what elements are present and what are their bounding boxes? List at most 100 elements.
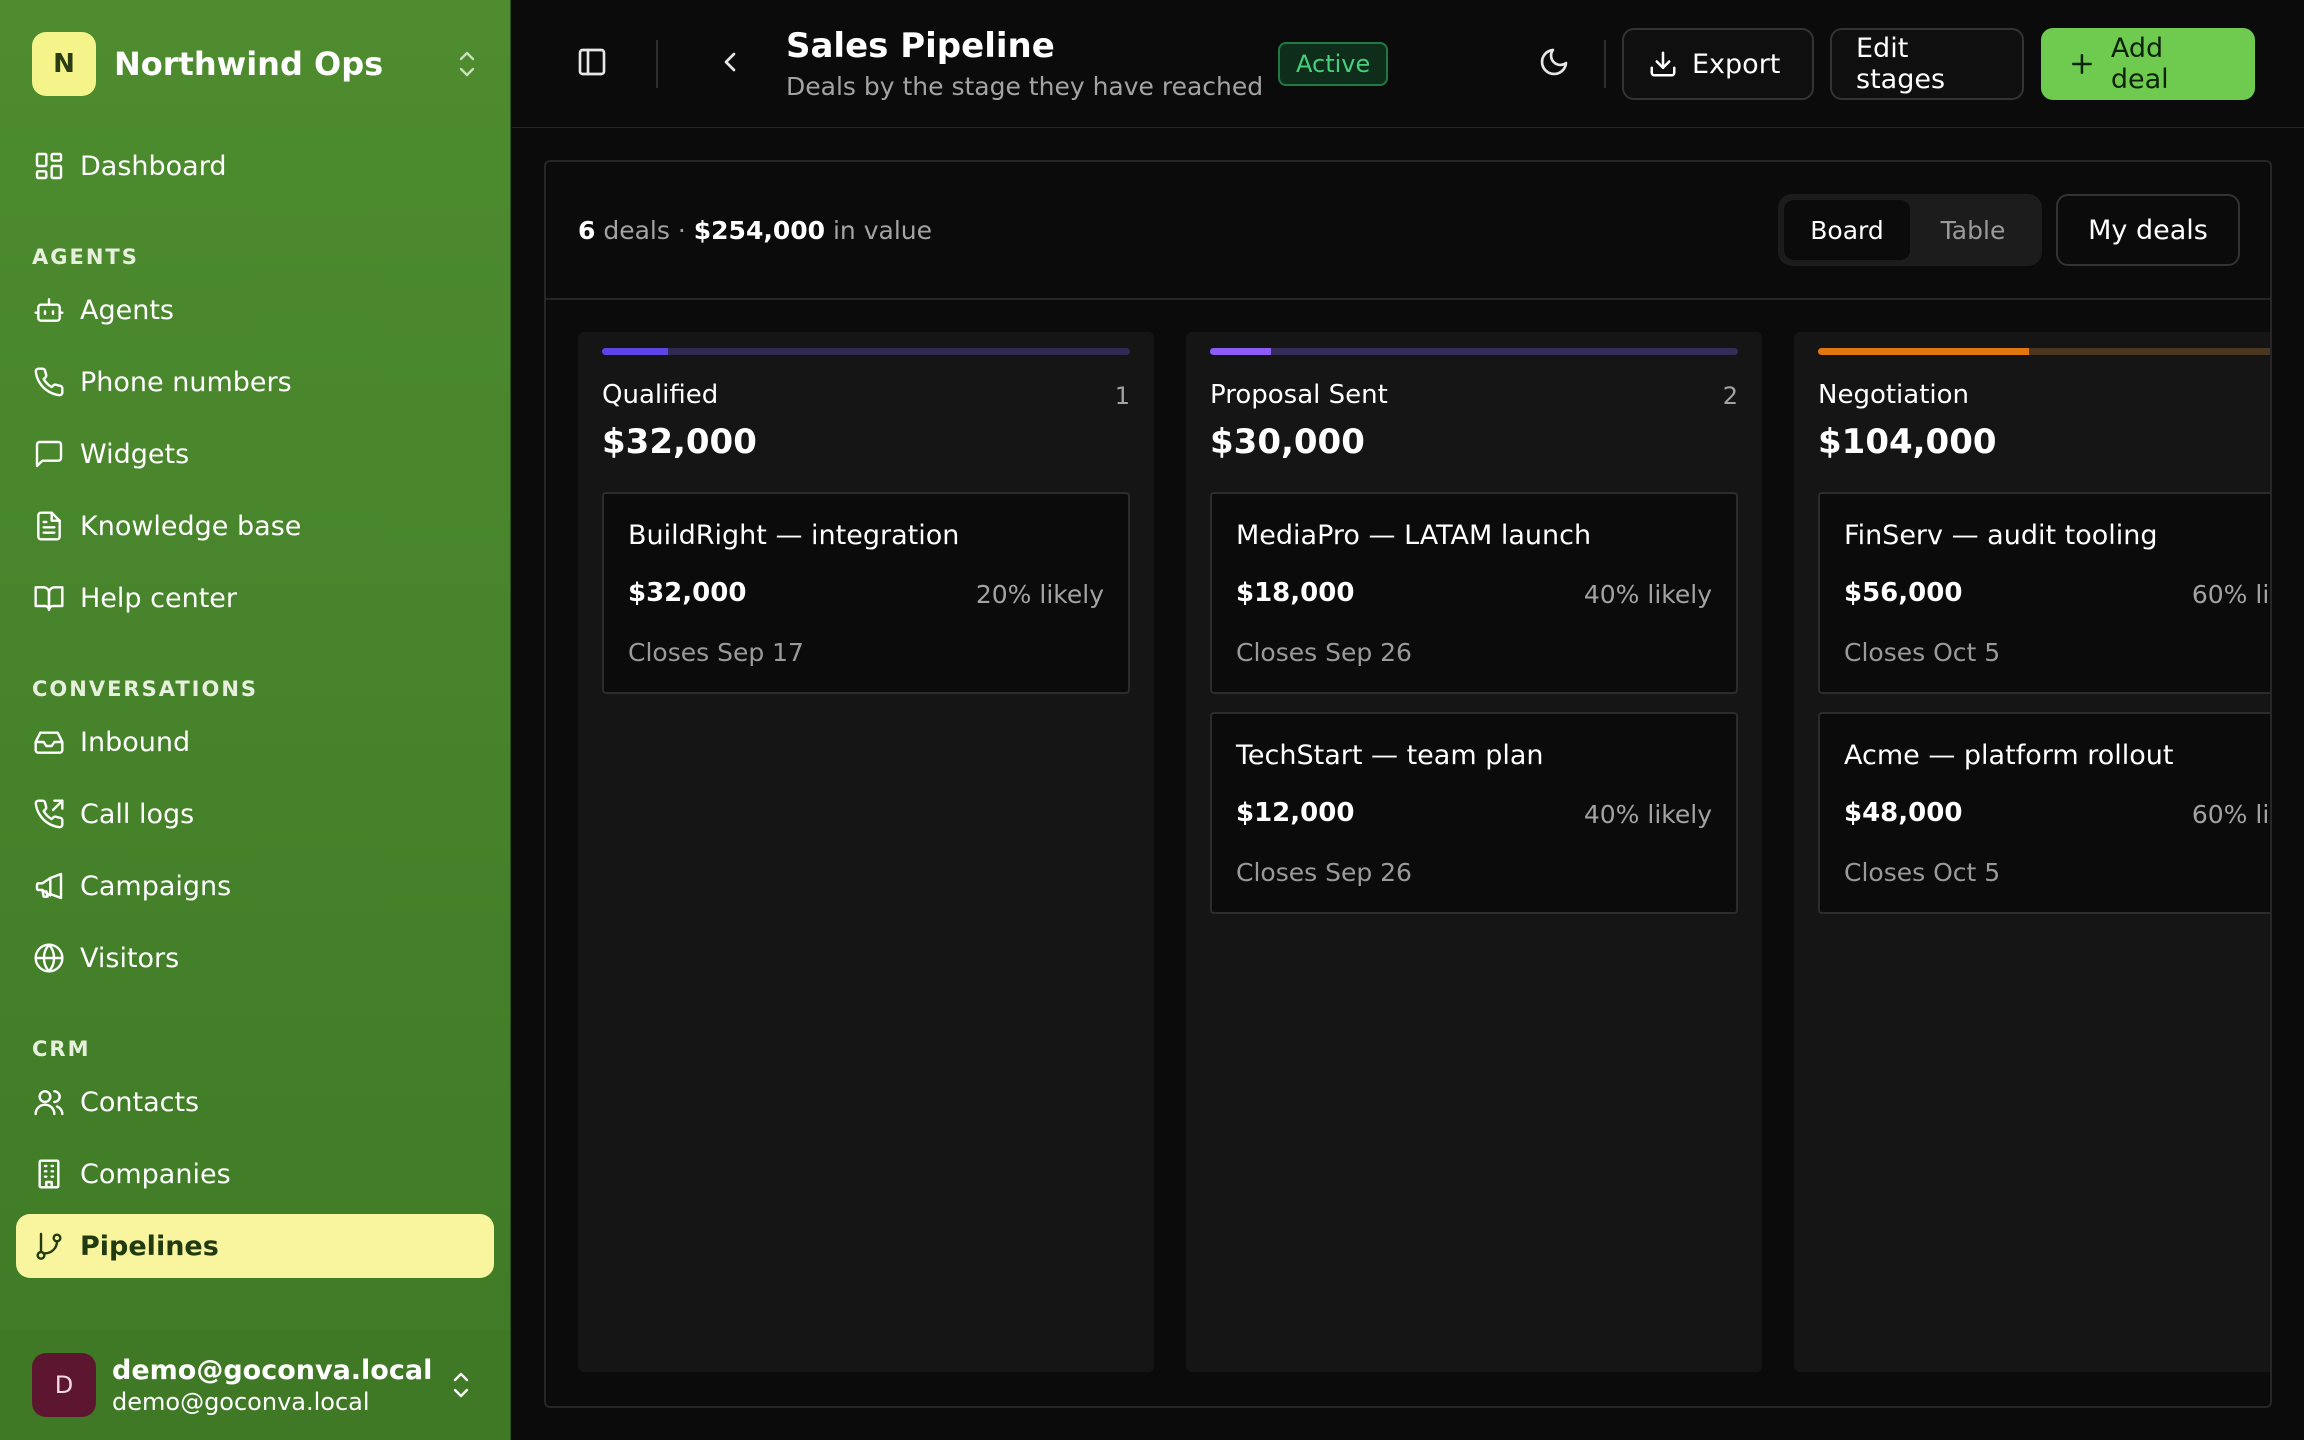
sidebar-item-companies[interactable]: Companies [16,1142,494,1206]
deal-card[interactable]: MediaPro — LATAM launch $18,000 40% like… [1210,492,1738,694]
sidebar-item-knowledge-base[interactable]: Knowledge base [16,494,494,558]
sidebar-panel-icon [578,48,606,76]
export-label: Export [1692,48,1781,80]
status-badge: Active [1278,42,1389,86]
view-table-tab[interactable]: Table [1910,200,2036,260]
stage-progress-bar [1210,348,1738,355]
deal-title: TechStart — team plan [1236,740,1544,771]
stage-total: $32,000 [602,422,757,462]
page-subtitle: Deals by the stage they have reached [786,72,1264,101]
deal-close-date: Closes Oct 5 [1844,858,2001,887]
user-menu[interactable]: D demo@goconva.local demo@goconva.local [0,1330,510,1440]
phone-icon [32,365,66,399]
pipeline-value: $254,000 [693,216,826,245]
deal-close-date: Closes Sep 26 [1236,638,1412,667]
add-deal-button[interactable]: Add deal [2041,28,2255,100]
pipeline-toolbar: 6 deals · $254,000 in value Board Table … [546,162,2270,300]
deal-card[interactable]: FinServ — audit tooling $56,000 60% like… [1818,492,2270,694]
stage-column-negotiation: Negotiation 2 $104,000 FinServ — audit t… [1794,332,2270,1372]
sidebar-item-inbound[interactable]: Inbound [16,710,494,774]
sidebar-item-phone-numbers[interactable]: Phone numbers [16,350,494,414]
deal-card[interactable]: TechStart — team plan $12,000 40% likely… [1210,712,1738,914]
add-deal-label: Add deal [2110,33,2169,95]
pipeline-summary: 6 deals · $254,000 in value [578,216,932,245]
stage-deal-count: 1 [1114,382,1130,410]
deal-close-date: Closes Sep 26 [1236,858,1412,887]
value-suffix: in value [832,216,933,245]
workspace-avatar: N [32,32,96,96]
sidebar-item-label: Companies [80,1158,231,1190]
book-open-icon [32,581,66,615]
deal-probability: 60% likely [2191,580,2270,609]
workspace-switcher[interactable]: N Northwind Ops [32,30,482,98]
sidebar-item-label: Agents [80,294,174,326]
sidebar-item-label: Phone numbers [80,366,292,398]
git-branch-icon [32,1229,66,1263]
sidebar-item-help-center[interactable]: Help center [16,566,494,630]
theme-toggle-button[interactable] [1526,34,1582,90]
sidebar-item-label: Inbound [80,726,191,758]
sidebar-item-widgets[interactable]: Widgets [16,422,494,486]
sidebar-item-pipelines[interactable]: Pipelines [16,1214,494,1278]
workspace-name: Northwind Ops [114,45,384,83]
deal-title: Acme — platform rollout [1844,740,2174,771]
page-title: Sales Pipeline [786,26,1055,66]
plus-icon [2071,54,2092,74]
stage-deal-count: 2 [1722,382,1738,410]
deal-probability: 20% likely [975,580,1104,609]
view-board-tab[interactable]: Board [1784,200,1910,260]
deal-close-date: Closes Oct 5 [1844,638,2001,667]
deal-title: MediaPro — LATAM launch [1236,520,1592,551]
kanban-board: Qualified 1 $32,000 BuildRight — integra… [578,332,2270,1372]
section-label-crm: CRM [32,1037,91,1061]
globe-icon [32,941,66,975]
export-button[interactable]: Export [1622,28,1814,100]
bot-icon [32,293,66,327]
phone-outgoing-icon [32,797,66,831]
toggle-sidebar-button[interactable] [564,34,620,90]
section-label-conversations: CONVERSATIONS [32,677,259,701]
sidebar-item-label: Campaigns [80,870,232,902]
dashboard-icon [32,149,66,183]
sidebar-item-label: Pipelines [80,1230,219,1262]
deal-probability: 40% likely [1583,800,1712,829]
building-icon [32,1157,66,1191]
chevron-updown-icon [441,1368,481,1402]
sidebar: N Northwind Ops Dashboard AGENTS Agents … [0,0,511,1440]
stage-progress-bar [1818,348,2270,355]
sidebar-item-contacts[interactable]: Contacts [16,1070,494,1134]
stage-name: Negotiation [1818,380,1970,410]
deal-probability: 40% likely [1583,580,1712,609]
sidebar-item-label: Call logs [80,798,195,830]
view-toggle: Board Table [1778,194,2042,266]
sidebar-item-label: Dashboard [80,150,227,182]
deal-title: BuildRight — integration [628,520,960,551]
edit-stages-button[interactable]: Edit stages [1830,28,2024,100]
moon-icon [1540,48,1568,76]
deal-value: $48,000 [1844,798,1963,828]
sidebar-item-dashboard[interactable]: Dashboard [16,134,494,198]
sidebar-item-agents[interactable]: Agents [16,278,494,342]
stage-column-qualified: Qualified 1 $32,000 BuildRight — integra… [578,332,1154,1372]
page-header: Sales Pipeline Deals by the stage they h… [512,0,2304,128]
stage-progress-bar [602,348,1130,355]
back-button[interactable] [702,34,758,90]
deal-card[interactable]: Acme — platform rollout $48,000 60% like… [1818,712,2270,914]
sidebar-item-call-logs[interactable]: Call logs [16,782,494,846]
edit-stages-label: Edit stages [1856,33,1946,95]
pipeline-panel: 6 deals · $254,000 in value Board Table … [544,160,2272,1408]
sidebar-item-visitors[interactable]: Visitors [16,926,494,990]
stage-progress-fill [1210,348,1271,355]
deal-count: 6 [578,216,596,245]
stage-name: Proposal Sent [1210,380,1388,410]
deal-value: $32,000 [628,578,747,608]
deal-value: $56,000 [1844,578,1963,608]
header-divider [656,40,658,88]
user-name: demo@goconva.local [112,1354,433,1386]
deal-title: FinServ — audit tooling [1844,520,2158,551]
my-deals-filter-button[interactable]: My deals [2056,194,2240,266]
deal-card[interactable]: BuildRight — integration $32,000 20% lik… [602,492,1130,694]
sidebar-item-campaigns[interactable]: Campaigns [16,854,494,918]
deal-value: $18,000 [1236,578,1355,608]
sidebar-item-label: Visitors [80,942,180,974]
